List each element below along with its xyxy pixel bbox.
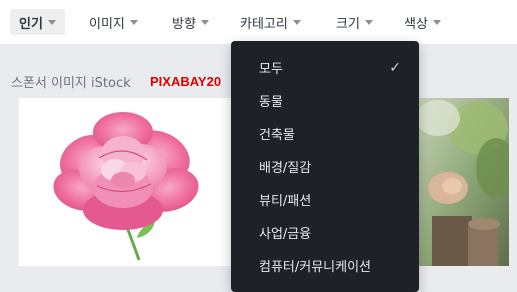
category-dropdown-menu: 모두 ✓ 동물 건축물 배경/질감 뷰티/패션 사업/금융 컴퓨터/커뮤니케이션 (231, 41, 419, 292)
category-option-label: 컴퓨터/커뮤니케이션 (259, 260, 372, 275)
category-option-business[interactable]: 사업/금융 (231, 216, 419, 249)
filter-bar: 인기 이미지 방향 카테고리 크기 색상 (0, 0, 517, 44)
filter-image[interactable]: 이미지 (89, 9, 138, 35)
category-option-label: 배경/질감 (259, 161, 312, 176)
category-option-all[interactable]: 모두 ✓ (231, 51, 419, 84)
filter-category-label: 카테고리 (240, 16, 288, 32)
chevron-down-icon (47, 19, 56, 25)
category-option-animals[interactable]: 동물 (231, 84, 419, 117)
filter-orientation-label: 방향 (172, 16, 196, 32)
category-option-label: 모두 (259, 62, 283, 77)
category-option-label: 사업/금융 (259, 227, 312, 242)
filter-popular[interactable]: 인기 (10, 9, 65, 35)
filter-size[interactable]: 크기 (336, 9, 373, 35)
filter-color-label: 색상 (404, 16, 428, 32)
chevron-down-icon (129, 19, 138, 25)
category-option-architecture[interactable]: 건축물 (231, 117, 419, 150)
promo-code[interactable]: PIXABAY20 (150, 72, 221, 90)
category-option-backgrounds[interactable]: 배경/질감 (231, 150, 419, 183)
check-icon: ✓ (389, 59, 401, 76)
category-option-label: 뷰티/패션 (259, 194, 312, 209)
category-option-label: 동물 (259, 95, 283, 110)
sponsor-label: 스폰서 이미지 iStock (11, 75, 131, 91)
peony-image (53, 112, 199, 261)
sponsored-image-peony[interactable] (19, 98, 235, 266)
filter-size-label: 크기 (336, 16, 360, 32)
filter-color[interactable]: 색상 (404, 9, 441, 35)
filter-category[interactable]: 카테고리 (240, 9, 301, 35)
filter-orientation[interactable]: 방향 (172, 9, 209, 35)
plants-image (418, 98, 509, 266)
category-option-computer[interactable]: 컴퓨터/커뮤니케이션 (231, 249, 419, 282)
chevron-down-icon (200, 19, 209, 25)
chevron-down-icon (292, 19, 301, 25)
filter-popular-label: 인기 (19, 16, 43, 32)
chevron-down-icon (364, 19, 373, 25)
category-option-label: 건축물 (259, 128, 295, 143)
chevron-down-icon (432, 19, 441, 25)
category-option-beauty-fashion[interactable]: 뷰티/패션 (231, 183, 419, 216)
filter-image-label: 이미지 (89, 16, 125, 32)
sponsored-image-plants[interactable] (418, 98, 509, 266)
page: 인기 이미지 방향 카테고리 크기 색상 스폰서 이미지 iStock PIXA… (0, 0, 517, 292)
